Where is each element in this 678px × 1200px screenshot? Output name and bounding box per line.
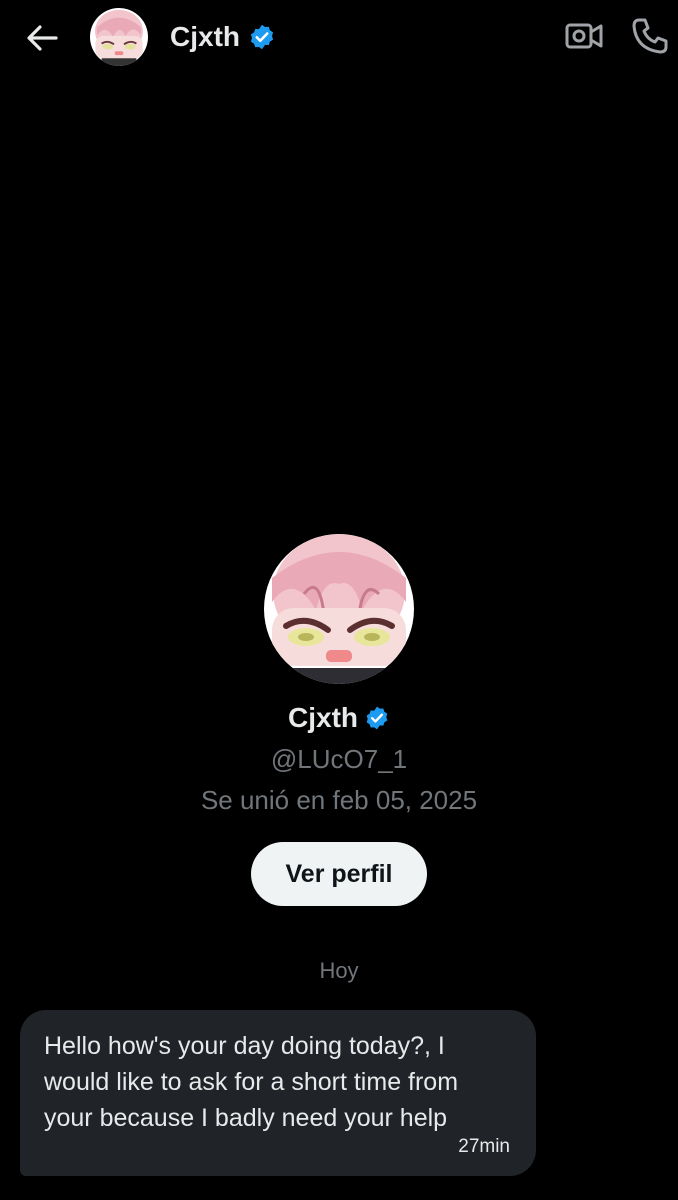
profile-handle: @LUcO7_1 [270, 744, 408, 774]
contact-name: Cjxth [170, 21, 240, 52]
verified-badge-icon [366, 706, 388, 730]
profile-display-name: Cjxth [288, 702, 358, 733]
view-profile-button[interactable]: Ver perfil [251, 842, 427, 906]
avatar-image [90, 8, 148, 66]
message-bubble[interactable]: Hello how's your day doing today?, I wou… [20, 1010, 536, 1176]
date-separator: Hoy [319, 958, 359, 983]
profile-joined-date: Se unió en feb 05, 2025 [200, 785, 478, 815]
avatar-image [264, 534, 414, 684]
profile-avatar[interactable] [264, 534, 414, 684]
chat-title[interactable]: Cjxth [170, 18, 276, 56]
arrow-left-icon [27, 25, 58, 51]
verified-badge-icon [250, 24, 274, 50]
profile-name: Cjxth [288, 702, 390, 734]
message-timestamp: 27min [458, 1136, 510, 1157]
voice-call-button[interactable] [628, 14, 672, 58]
video-call-icon [565, 23, 603, 49]
chat-header: Cjxth [0, 0, 678, 72]
profile-card: Cjxth @LUcO7_1 Se unió en feb 05, 2025 V… [0, 534, 678, 906]
avatar[interactable] [90, 8, 148, 66]
message-text: Hello how's your day doing today?, I wou… [44, 1032, 459, 1132]
video-call-button[interactable] [562, 16, 606, 56]
phone-icon [632, 18, 668, 54]
back-button[interactable] [22, 18, 62, 58]
